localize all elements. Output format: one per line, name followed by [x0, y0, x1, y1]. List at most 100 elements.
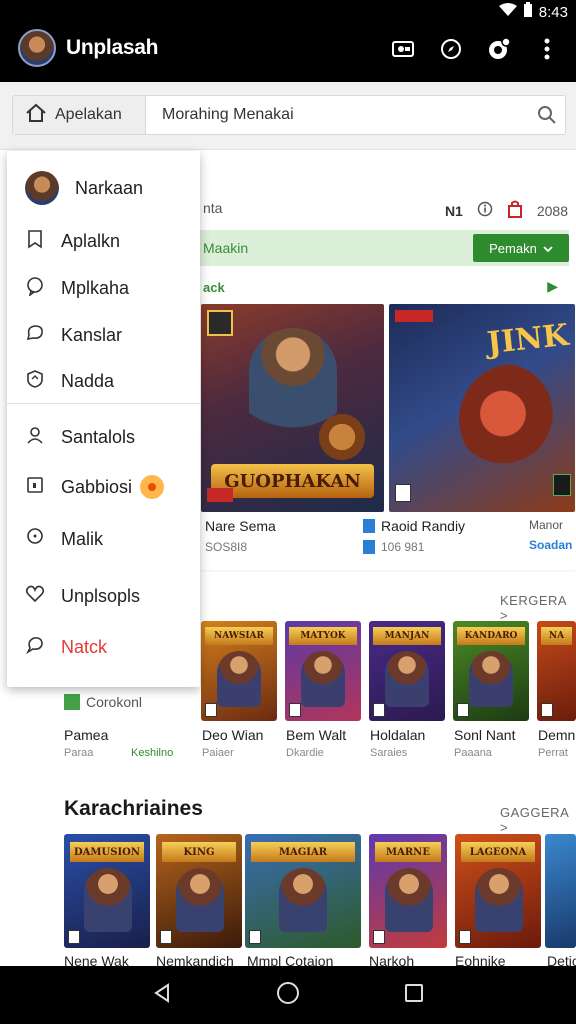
- notification-icon[interactable]: [486, 36, 512, 62]
- featured-game-card-1[interactable]: GUOPHAKAN: [201, 304, 384, 512]
- drawer-item-gifts[interactable]: Gabbiosi: [7, 465, 200, 509]
- profile-avatar[interactable]: [18, 29, 56, 67]
- home-button-icon[interactable]: [276, 981, 300, 1010]
- drawer-item-mail[interactable]: Malik: [7, 517, 200, 561]
- info-icon[interactable]: [477, 201, 493, 220]
- drawer-item-label: Santalols: [61, 426, 136, 447]
- game-subtitle: Saraies: [370, 747, 408, 759]
- drawer-item-label: Aplalkn: [61, 230, 121, 251]
- search-scope-selector[interactable]: Apelakan: [13, 96, 146, 134]
- featured-name: Manor: [529, 518, 564, 532]
- game-card[interactable]: MARNE: [369, 834, 447, 948]
- app-icon: [363, 519, 375, 533]
- drawer-item-library[interactable]: Mplkaha: [7, 266, 200, 310]
- game-title: Holdalan: [370, 727, 426, 743]
- game-card[interactable]: NAWSIAR: [201, 621, 277, 721]
- drawer-item-shield[interactable]: Nadda: [7, 359, 200, 403]
- section1-see-all-link[interactable]: KERGERA >: [500, 593, 576, 623]
- game-subtitle: Paraa: [64, 747, 94, 759]
- game-subtitle: Perrat: [538, 747, 568, 759]
- drawer-item-account[interactable]: Santalols: [7, 415, 200, 459]
- game-title: Bem Walt: [286, 727, 347, 743]
- featured-game-card-2[interactable]: JINK: [389, 304, 575, 512]
- game-card-title: MAGIAR: [251, 842, 355, 862]
- drawer-item-wishlist[interactable]: Unplsopls: [7, 574, 200, 618]
- featured-header-value: 2088: [536, 202, 568, 219]
- promo-button[interactable]: Pemakn: [473, 234, 569, 262]
- drawer-item-messages[interactable]: Kanslar: [7, 313, 200, 357]
- game-art: [385, 651, 429, 707]
- rating-badge: [207, 488, 233, 502]
- drawer-item-logout[interactable]: Natck: [7, 625, 200, 669]
- game-card[interactable]: MANJAN: [369, 621, 445, 721]
- system-nav-bar: [0, 966, 576, 1024]
- featured-sub: SOS8I8: [205, 540, 248, 554]
- drawer-divider: [7, 403, 200, 404]
- game-card[interactable]: [545, 834, 576, 948]
- bookmark-icon: [25, 229, 45, 254]
- featured-sub: 106 981: [381, 540, 425, 554]
- game-card[interactable]: KANDARO: [453, 621, 529, 721]
- game-card[interactable]: MAGIAR: [245, 834, 361, 948]
- play-arrow-icon[interactable]: ▶: [547, 278, 558, 295]
- rating-badge: [373, 930, 385, 944]
- game-art: [469, 651, 513, 707]
- game-card-title: KANDARO: [457, 627, 525, 645]
- search-box[interactable]: Apelakan Morahing Menakai: [12, 95, 566, 135]
- game-art: [301, 651, 345, 707]
- category-icon: [64, 694, 80, 710]
- game-card[interactable]: NA: [537, 621, 576, 721]
- game-card[interactable]: MATYOK: [285, 621, 361, 721]
- status-bar: 8:43: [0, 0, 576, 22]
- promo-banner: Maakin Pemakn: [197, 230, 569, 266]
- drawer-item-apps[interactable]: Aplalkn: [7, 219, 200, 263]
- drawer-item-label: Malik: [61, 528, 104, 549]
- game-art: [217, 651, 261, 707]
- game-logo: JINK: [485, 317, 571, 362]
- game-art: [475, 868, 523, 932]
- category-tag-label: Corokonl: [86, 694, 143, 710]
- featured-name: Raoid Randiy: [381, 518, 466, 534]
- game-title: Deo Wian: [202, 727, 264, 743]
- shield-icon: [25, 369, 45, 394]
- app-title: Unplasah: [66, 36, 159, 59]
- drawer-item-profile[interactable]: Narkaan: [7, 166, 200, 210]
- featured-meta-2: Raoid Randiy 106 981: [363, 518, 465, 554]
- game-card[interactable]: DAMUSION: [64, 834, 150, 948]
- shield-icon: [319, 414, 365, 460]
- search-icon[interactable]: [529, 105, 565, 125]
- game-card[interactable]: LAGEONA: [455, 834, 541, 948]
- back-icon[interactable]: [151, 982, 173, 1009]
- game-badge-icon: [207, 310, 233, 336]
- store-icon[interactable]: [507, 200, 523, 221]
- clock-text: 8:43: [538, 3, 568, 21]
- rating-badge: [541, 703, 553, 717]
- game-art: [279, 868, 327, 932]
- drawer-item-label: Narkaan: [75, 177, 144, 198]
- game-card[interactable]: KING: [156, 834, 242, 948]
- home-icon: [25, 103, 47, 128]
- promo-button-label: Pemakn: [489, 240, 537, 256]
- featured-header-label: nta: [203, 200, 223, 216]
- recents-icon[interactable]: [403, 982, 425, 1009]
- battery-icon: [523, 2, 533, 22]
- drawer-item-label: Mplkaha: [61, 277, 130, 298]
- game-card-title: MANJAN: [373, 627, 441, 645]
- game-title: Demne: [538, 727, 576, 743]
- chat-bubble-icon: [25, 276, 45, 301]
- overflow-menu-icon[interactable]: [534, 36, 560, 62]
- section2-see-all-link[interactable]: GAGGERA >: [500, 805, 576, 835]
- card-icon: [25, 475, 45, 500]
- media-icon[interactable]: [390, 36, 416, 62]
- featured-name: Nare Sema: [205, 518, 276, 534]
- game-card-title: KING: [162, 842, 236, 862]
- compass-icon[interactable]: [438, 36, 464, 62]
- search-input[interactable]: Morahing Menakai: [146, 106, 529, 124]
- game-subtitle: Keshilno: [131, 747, 174, 759]
- game-logo: GUOPHAKAN: [211, 464, 374, 498]
- featured-sub: Soadan: [529, 538, 573, 552]
- game-card-title: MARNE: [375, 842, 441, 862]
- rating-badge: [289, 703, 301, 717]
- promo-banner-text: Maakin: [203, 240, 249, 256]
- game-card-title: NAWSIAR: [205, 627, 273, 645]
